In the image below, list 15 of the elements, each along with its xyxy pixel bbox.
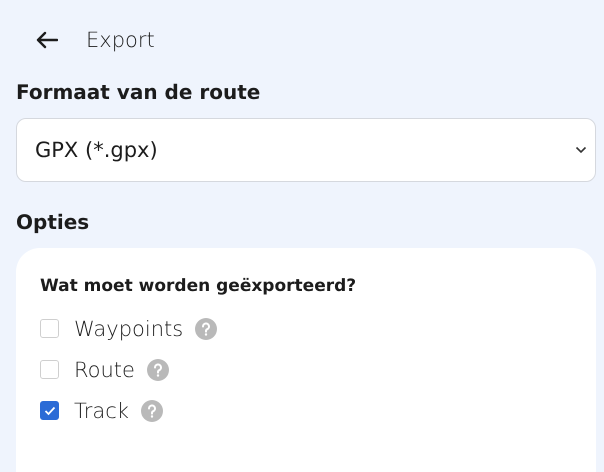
check-icon	[44, 406, 56, 416]
back-arrow-icon	[36, 31, 58, 49]
help-icon[interactable]	[195, 318, 218, 340]
help-icon[interactable]	[146, 358, 169, 380]
question-text: Wat moet worden geëxporteerd?	[40, 276, 358, 296]
page-title: Export	[86, 28, 155, 52]
chevron-down-icon	[575, 146, 587, 154]
checkbox-label: Track	[74, 398, 129, 422]
section-heading: Opties	[16, 210, 90, 234]
checkbox[interactable]	[40, 401, 59, 420]
checkbox-label: Route	[74, 358, 135, 382]
format-dropdown[interactable]: GPX (*.gpx)	[16, 118, 596, 182]
section-heading: Formaat van de route	[16, 80, 262, 104]
checkbox-label: Waypoints	[74, 316, 184, 340]
help-icon[interactable]	[140, 400, 163, 422]
